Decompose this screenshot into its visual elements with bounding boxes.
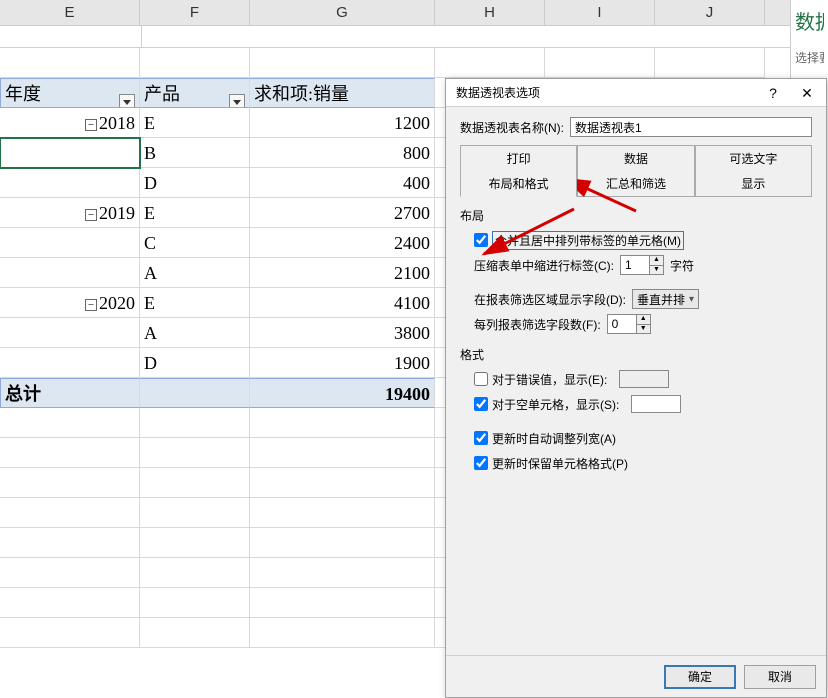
filter-icon[interactable] xyxy=(229,94,245,108)
year-value: 2019 xyxy=(99,203,135,223)
sum-value: 4100 xyxy=(250,288,435,318)
product-value: A xyxy=(140,318,250,348)
tab-print[interactable]: 打印 xyxy=(460,145,577,171)
filter-area-label: 在报表筛选区域显示字段(D): xyxy=(474,291,626,308)
product-value: B xyxy=(140,138,250,168)
pivot-header-year-label: 年度 xyxy=(5,84,41,104)
total-label: 总计 xyxy=(0,378,140,408)
fields-per-col-input[interactable] xyxy=(608,315,636,333)
merge-center-checkbox[interactable] xyxy=(474,233,488,247)
indent-unit: 字符 xyxy=(670,257,694,274)
year-value: 2018 xyxy=(99,113,135,133)
collapse-icon[interactable]: − xyxy=(85,299,97,311)
pivot-header-sum: 求和项:销量 xyxy=(250,78,435,108)
dialog-title: 数据透视表选项 xyxy=(456,84,756,101)
sum-value: 3800 xyxy=(250,318,435,348)
panel-title: 数据 xyxy=(795,6,824,35)
product-value: E xyxy=(140,198,250,228)
col-header-E[interactable]: E xyxy=(0,0,140,25)
col-header-G[interactable]: G xyxy=(250,0,435,25)
formula-bar[interactable] xyxy=(0,26,828,48)
pivot-name-input[interactable] xyxy=(570,117,812,137)
dialog-titlebar[interactable]: 数据透视表选项 ? ✕ xyxy=(446,79,826,107)
sum-value: 2700 xyxy=(250,198,435,228)
total-value: 19400 xyxy=(250,378,435,408)
error-value-input xyxy=(619,370,669,388)
product-value: C xyxy=(140,228,250,258)
col-header-H[interactable]: H xyxy=(435,0,545,25)
spin-up-icon[interactable]: ▲ xyxy=(650,256,663,266)
indent-input[interactable] xyxy=(621,256,649,274)
pivot-header-product[interactable]: 产品 xyxy=(140,78,250,108)
sum-value: 400 xyxy=(250,168,435,198)
preserve-format-checkbox[interactable] xyxy=(474,456,488,470)
collapse-icon[interactable]: − xyxy=(85,209,97,221)
filter-area-select[interactable]: 垂直并排 xyxy=(632,289,699,309)
tab-display[interactable]: 显示 xyxy=(695,171,812,196)
product-value: E xyxy=(140,108,250,138)
error-show-label: 对于错误值，显示(E): xyxy=(492,371,607,388)
sum-value: 1200 xyxy=(250,108,435,138)
sum-value: 800 xyxy=(250,138,435,168)
section-layout-label: 布局 xyxy=(460,207,812,224)
autofit-label: 更新时自动调整列宽(A) xyxy=(492,430,616,447)
cancel-button[interactable]: 取消 xyxy=(744,665,816,689)
close-button[interactable]: ✕ xyxy=(790,79,824,106)
pivot-name-label: 数据透视表名称(N): xyxy=(460,119,564,136)
product-value: D xyxy=(140,168,250,198)
pivot-header-product-label: 产品 xyxy=(144,84,180,104)
spin-down-icon[interactable]: ▼ xyxy=(650,266,663,275)
empty-value-input[interactable] xyxy=(631,395,681,413)
spin-up-icon[interactable]: ▲ xyxy=(637,315,650,325)
help-button[interactable]: ? xyxy=(756,79,790,106)
col-header-J[interactable]: J xyxy=(655,0,765,25)
dialog-tabs: 打印 数据 可选文字 布局和格式 汇总和筛选 显示 xyxy=(460,145,812,197)
preserve-format-label: 更新时保留单元格格式(P) xyxy=(492,455,628,472)
indent-label: 压缩表单中缩进行标签(C): xyxy=(474,257,614,274)
sum-value: 2100 xyxy=(250,258,435,288)
product-value: E xyxy=(140,288,250,318)
indent-spinner[interactable]: ▲▼ xyxy=(620,255,664,275)
product-value: A xyxy=(140,258,250,288)
col-header-F[interactable]: F xyxy=(140,0,250,25)
error-show-checkbox[interactable] xyxy=(474,372,488,386)
tab-layout-format[interactable]: 布局和格式 xyxy=(460,171,577,197)
empty-show-checkbox[interactable] xyxy=(474,397,488,411)
ok-button[interactable]: 确定 xyxy=(664,665,736,689)
active-cell[interactable] xyxy=(0,138,140,168)
spin-down-icon[interactable]: ▼ xyxy=(637,325,650,334)
section-format-label: 格式 xyxy=(460,346,812,363)
autofit-checkbox[interactable] xyxy=(474,431,488,445)
fields-per-col-spinner[interactable]: ▲▼ xyxy=(607,314,651,334)
filter-icon[interactable] xyxy=(119,94,135,108)
year-value: 2020 xyxy=(99,293,135,313)
pivottable-options-dialog: 数据透视表选项 ? ✕ 数据透视表名称(N): 打印 数据 可选文字 布局和格式… xyxy=(445,78,827,698)
tab-data[interactable]: 数据 xyxy=(577,145,694,171)
pivot-header-year[interactable]: 年度 xyxy=(0,78,140,108)
tab-totals-filters[interactable]: 汇总和筛选 xyxy=(577,171,694,196)
empty-show-label: 对于空单元格，显示(S): xyxy=(492,396,619,413)
collapse-icon[interactable]: − xyxy=(85,119,97,131)
sum-value: 2400 xyxy=(250,228,435,258)
sum-value: 1900 xyxy=(250,348,435,378)
col-header-I[interactable]: I xyxy=(545,0,655,25)
fields-per-col-label: 每列报表筛选字段数(F): xyxy=(474,316,601,333)
tab-alt-text[interactable]: 可选文字 xyxy=(695,145,812,171)
column-header-row: E F G H I J xyxy=(0,0,828,26)
product-value: D xyxy=(140,348,250,378)
merge-center-label: 合并且居中排列带标签的单元格(M) xyxy=(492,231,684,250)
